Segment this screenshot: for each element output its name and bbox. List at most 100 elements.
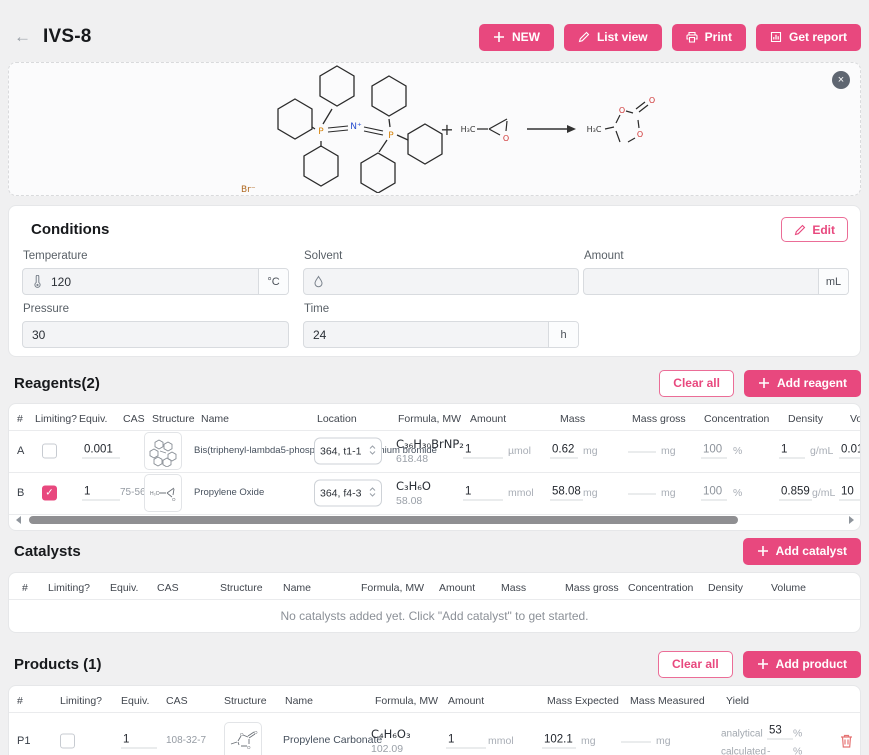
amount-field[interactable]: 1: [463, 486, 503, 501]
amount-field[interactable]: 1: [463, 444, 503, 459]
col-name: Name: [201, 413, 229, 425]
reagents-clear-all-button[interactable]: Clear all: [659, 370, 734, 397]
col-cas: CAS: [123, 413, 145, 425]
location-select[interactable]: 364, f4-3: [314, 480, 382, 507]
col-amount: Amount: [470, 413, 506, 425]
top-bar: ← IVS-8 NEW List view Print Ge: [0, 0, 869, 60]
add-reagent-button[interactable]: Add reagent: [744, 370, 861, 397]
col-density: Density: [708, 582, 743, 594]
carbonate-structure-icon: O O O: [227, 725, 259, 755]
col-equiv: Equiv.: [121, 695, 149, 707]
mass-gross-field[interactable]: [628, 450, 656, 453]
reaction-scheme-card: × P N⁺ P Br⁻ + H₃C: [8, 62, 861, 196]
amount-input[interactable]: mL: [583, 268, 849, 295]
time-label: Time: [304, 303, 329, 315]
catalysts-title: Catalysts: [14, 543, 81, 560]
horizontal-scrollbar[interactable]: [13, 513, 856, 527]
mass-field[interactable]: 0.62: [550, 444, 578, 459]
o-atom-ring-top: O: [619, 106, 625, 115]
bromide-ion-label: Br⁻: [241, 185, 256, 193]
svg-text:O: O: [247, 745, 251, 750]
col-cas: CAS: [166, 695, 188, 707]
col-concentration: Concentration: [628, 582, 693, 594]
col-equiv: Equiv.: [110, 582, 138, 594]
col-concentration: Concentration: [704, 413, 769, 425]
scrollbar-thumb[interactable]: [29, 516, 738, 524]
pencil-icon: [794, 224, 806, 236]
col-formula: Formula, MW: [398, 413, 461, 425]
stepper-icon: [369, 484, 376, 502]
mass-field[interactable]: 58.08: [550, 486, 583, 501]
report-chart-icon: [770, 31, 782, 43]
solvent-input[interactable]: [303, 268, 579, 295]
get-report-button[interactable]: Get report: [756, 24, 861, 51]
products-clear-all-button[interactable]: Clear all: [658, 651, 733, 678]
concentration-field[interactable]: 100: [701, 444, 727, 459]
volume-field[interactable]: 0.01: [839, 444, 861, 459]
col-mass-expected: Mass Expected: [547, 695, 619, 707]
equiv-field[interactable]: 0.001: [82, 444, 120, 459]
amount-label: Amount: [584, 250, 624, 262]
limiting-checkbox[interactable]: [42, 444, 57, 459]
scroll-left-icon[interactable]: [13, 515, 23, 525]
svg-text:H₃C: H₃C: [150, 491, 160, 497]
equiv-field[interactable]: 1: [121, 734, 157, 749]
plus-icon: [758, 377, 770, 389]
pnp-structure-icon: [147, 435, 179, 467]
limiting-checkbox[interactable]: [60, 734, 75, 749]
methyl-label-product: H₃C: [587, 125, 602, 134]
col-mass-gross: Mass gross: [565, 582, 619, 594]
amount-unit: mL: [818, 269, 848, 294]
col-mass-gross: Mass gross: [632, 413, 686, 425]
svg-text:O: O: [172, 497, 176, 502]
o-atom-carbonyl: O: [649, 96, 655, 105]
table-row: B 1 75-56-9 H₃C O Propylene Oxide 364, f…: [9, 472, 860, 514]
limiting-checkbox[interactable]: [42, 486, 57, 501]
mass-expected-field[interactable]: 102.1: [542, 734, 576, 749]
col-name: Name: [285, 695, 313, 707]
list-view-button[interactable]: List view: [564, 24, 662, 51]
col-limiting: Limiting?: [35, 413, 77, 425]
yield-analytical-field[interactable]: 53: [767, 725, 793, 740]
time-input[interactable]: 24 h: [303, 321, 579, 348]
col-number: #: [17, 413, 23, 425]
col-number: #: [22, 582, 28, 594]
stepper-icon: [369, 442, 376, 460]
back-icon[interactable]: ←: [14, 27, 31, 47]
col-mass: Mass: [501, 582, 526, 594]
density-field[interactable]: 0.859: [779, 486, 812, 501]
col-density: Density: [788, 413, 823, 425]
plus-sign: +: [440, 120, 453, 139]
mass-gross-field[interactable]: [628, 492, 656, 495]
plus-icon: [493, 31, 505, 43]
volume-field[interactable]: 10: [839, 486, 861, 501]
reagents-section-head: Reagents(2) Clear all Add reagent: [8, 368, 861, 398]
pressure-input[interactable]: 30: [22, 321, 289, 348]
col-volume: Volume: [850, 413, 861, 425]
structure-thumbnail[interactable]: [144, 432, 182, 470]
density-field[interactable]: 1: [779, 444, 805, 459]
col-amount: Amount: [439, 582, 475, 594]
svg-text:O: O: [254, 730, 258, 735]
location-select[interactable]: 364, t1-1: [314, 438, 382, 465]
structure-thumbnail[interactable]: H₃C O: [144, 474, 182, 512]
structure-thumbnail[interactable]: O O O: [224, 722, 262, 755]
page-title: IVS-8: [43, 26, 92, 48]
methyl-label-epoxide: H₃C: [461, 125, 476, 134]
add-catalyst-button[interactable]: Add catalyst: [743, 538, 861, 565]
edit-button[interactable]: Edit: [781, 217, 848, 242]
pressure-label: Pressure: [23, 303, 69, 315]
scroll-right-icon[interactable]: [846, 515, 856, 525]
temperature-input[interactable]: 120 °C: [22, 268, 289, 295]
print-button[interactable]: Print: [672, 24, 746, 51]
amount-field[interactable]: 1: [446, 734, 486, 749]
add-product-button[interactable]: Add product: [743, 651, 861, 678]
mass-measured-field[interactable]: [621, 740, 651, 743]
new-button[interactable]: NEW: [479, 24, 554, 51]
trash-icon[interactable]: [839, 733, 854, 749]
p-atom-left: P: [318, 127, 324, 137]
conditions-title: Conditions: [31, 221, 109, 238]
reagents-title: Reagents(2): [14, 375, 100, 392]
equiv-field[interactable]: 1: [82, 486, 120, 501]
concentration-field[interactable]: 100: [701, 486, 727, 501]
